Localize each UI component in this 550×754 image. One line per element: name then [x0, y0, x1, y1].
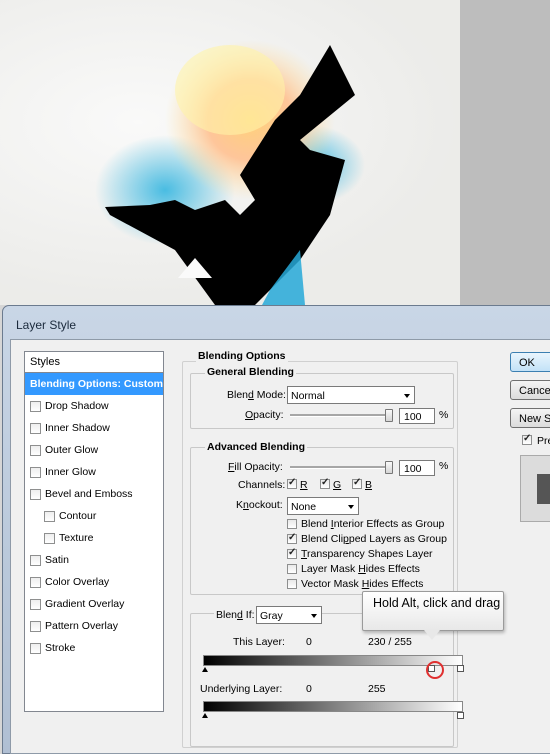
transparency-shapes-label: Transparency Shapes Layer — [301, 548, 433, 560]
drop-shadow-checkbox[interactable] — [30, 401, 41, 412]
style-item-drop-shadow[interactable]: Drop Shadow — [25, 395, 163, 417]
style-item-gradient-overlay[interactable]: Gradient Overlay — [25, 593, 163, 615]
this-layer-label: This Layer: — [233, 636, 285, 648]
dialog-title: Layer Style — [16, 318, 77, 332]
opacity-slider-thumb[interactable] — [385, 409, 393, 422]
outer-glow-checkbox[interactable] — [30, 445, 41, 456]
opacity-input[interactable]: 100 — [399, 408, 435, 424]
opacity-unit: % — [439, 409, 449, 421]
this-layer-gradient — [203, 655, 463, 666]
blend-interior-checkbox[interactable] — [287, 519, 297, 529]
blend-if-group — [190, 613, 454, 747]
vector-mask-hides-checkbox[interactable] — [287, 579, 297, 589]
style-item-bevel-emboss[interactable]: Bevel and Emboss — [25, 483, 163, 505]
chevron-down-icon — [311, 614, 317, 618]
blend-interior-label: Blend Interior Effects as Group — [301, 518, 445, 530]
bevel-emboss-checkbox[interactable] — [30, 489, 41, 500]
vector-mask-hides-label: Vector Mask Hides Effects — [301, 578, 424, 590]
cancel-button[interactable]: Cancel — [510, 380, 550, 400]
inner-glow-checkbox[interactable] — [30, 467, 41, 478]
fill-opacity-slider[interactable] — [290, 466, 392, 469]
transparency-shapes-checkbox[interactable] — [287, 547, 297, 559]
style-preview-box — [520, 455, 550, 522]
channel-b-checkbox[interactable] — [352, 477, 362, 489]
stroke-checkbox[interactable] — [30, 643, 41, 654]
style-item-texture[interactable]: Texture — [25, 527, 163, 549]
style-item-satin[interactable]: Satin — [25, 549, 163, 571]
knockout-label: Knockout: — [236, 499, 283, 511]
style-item-inner-shadow[interactable]: Inner Shadow — [25, 417, 163, 439]
fill-opacity-input[interactable]: 100 — [399, 460, 435, 476]
underlying-layer-label: Underlying Layer: — [200, 683, 283, 695]
blend-clipped-label: Blend Clipped Layers as Group — [301, 533, 447, 545]
channels-label: Channels: — [238, 479, 286, 491]
new-style-button[interactable]: New Style... — [510, 408, 550, 428]
underlying-layer-white-stop[interactable] — [457, 712, 464, 719]
blend-mode-label: Blend Mode: — [227, 389, 286, 401]
underlying-layer-min: 0 — [306, 683, 312, 695]
styles-header[interactable]: Styles — [25, 352, 163, 373]
general-blending-title: General Blending — [205, 366, 296, 378]
blend-if-label: Blend If: — [214, 609, 257, 621]
styles-list: Styles Blending Options: Custom Drop Sha… — [24, 351, 164, 712]
satin-checkbox[interactable] — [30, 555, 41, 566]
channel-r-label: R — [300, 479, 308, 491]
style-item-inner-glow[interactable]: Inner Glow — [25, 461, 163, 483]
canvas-document — [0, 0, 460, 305]
channel-r-checkbox[interactable] — [287, 477, 297, 489]
this-layer-white-stop-right[interactable] — [457, 665, 464, 672]
style-item-color-overlay[interactable]: Color Overlay — [25, 571, 163, 593]
texture-checkbox[interactable] — [44, 533, 55, 544]
underlying-layer-black-stop[interactable] — [202, 713, 208, 718]
channel-g-label: G — [333, 479, 342, 491]
chevron-down-icon — [404, 394, 410, 398]
fill-opacity-unit: % — [439, 460, 449, 472]
instruction-tooltip: Hold Alt, click and drag — [362, 591, 504, 631]
this-layer-max: 230 / 255 — [368, 636, 412, 648]
blend-mode-select[interactable]: Normal — [287, 386, 415, 404]
pasteboard — [460, 0, 550, 305]
style-item-blending-options[interactable]: Blending Options: Custom — [25, 373, 163, 395]
style-item-stroke[interactable]: Stroke — [25, 637, 163, 659]
style-item-outer-glow[interactable]: Outer Glow — [25, 439, 163, 461]
style-preview-swatch — [537, 474, 550, 504]
channel-b-label: B — [365, 479, 373, 491]
knockout-select[interactable]: None — [287, 497, 359, 515]
this-layer-black-stop[interactable] — [202, 667, 208, 672]
layer-mask-hides-checkbox[interactable] — [287, 564, 297, 574]
document-canvas — [0, 0, 550, 305]
this-layer-min: 0 — [306, 636, 312, 648]
artwork-image — [95, 40, 365, 305]
chevron-down-icon — [348, 505, 354, 509]
opacity-label: Opacity: — [245, 409, 284, 421]
gradient-overlay-checkbox[interactable] — [30, 599, 41, 610]
fill-opacity-label: Fill Opacity: — [228, 461, 283, 473]
highlight-circle — [426, 661, 444, 679]
fill-opacity-slider-thumb[interactable] — [385, 461, 393, 474]
preview-label: Preview — [537, 435, 550, 447]
advanced-blending-title: Advanced Blending — [205, 441, 308, 453]
preview-checkbox[interactable] — [522, 433, 532, 445]
blend-if-select[interactable]: Gray — [256, 606, 322, 624]
pattern-overlay-checkbox[interactable] — [30, 621, 41, 632]
blending-options-title: Blending Options — [196, 350, 288, 362]
channel-g-checkbox[interactable] — [320, 477, 330, 489]
tooltip-pointer — [424, 630, 440, 640]
contour-checkbox[interactable] — [44, 511, 55, 522]
underlying-layer-max: 255 — [368, 683, 386, 695]
style-item-contour[interactable]: Contour — [25, 505, 163, 527]
ok-button[interactable]: OK — [510, 352, 550, 372]
underlying-layer-gradient — [203, 701, 463, 712]
color-overlay-checkbox[interactable] — [30, 577, 41, 588]
inner-shadow-checkbox[interactable] — [30, 423, 41, 434]
style-item-pattern-overlay[interactable]: Pattern Overlay — [25, 615, 163, 637]
layer-mask-hides-label: Layer Mask Hides Effects — [301, 563, 420, 575]
opacity-slider[interactable] — [290, 414, 392, 417]
blend-clipped-checkbox[interactable] — [287, 532, 297, 544]
